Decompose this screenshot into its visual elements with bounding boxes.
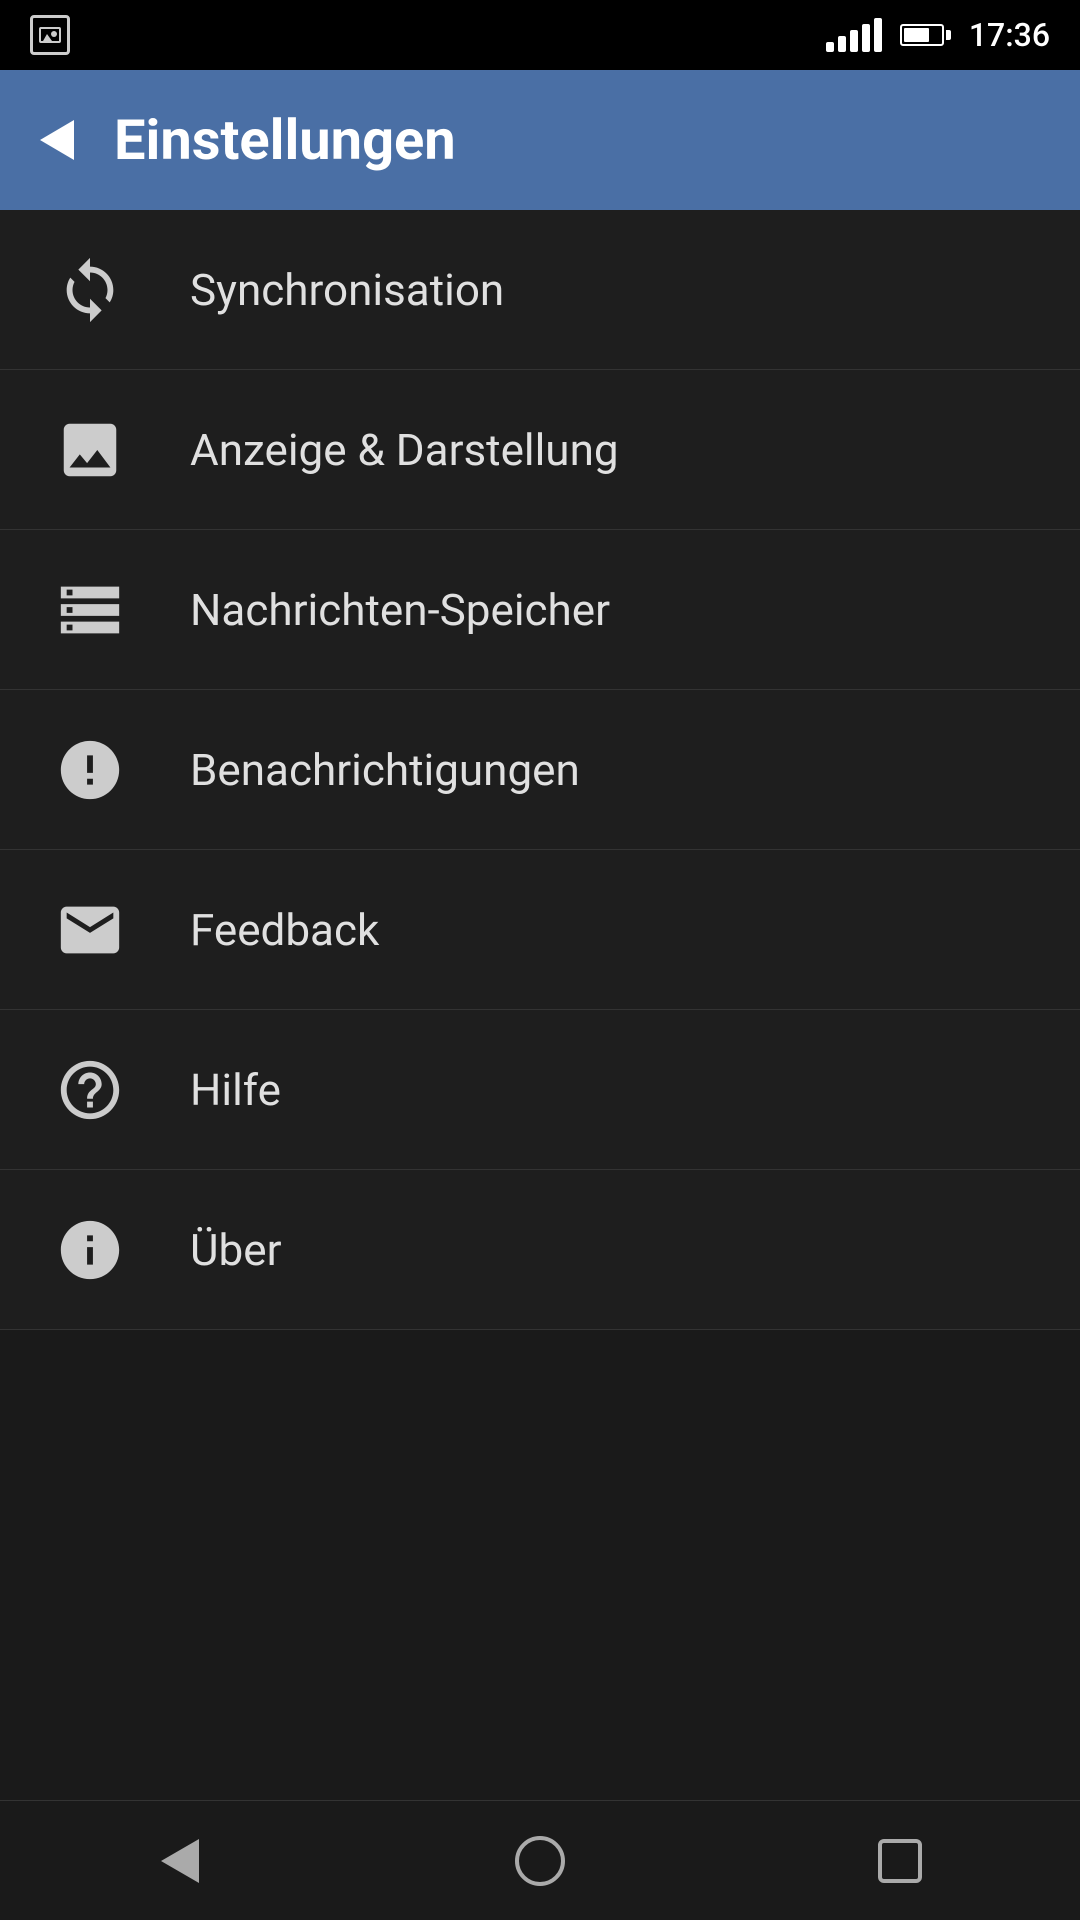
- nav-home-button[interactable]: [490, 1821, 590, 1901]
- nav-recent-button[interactable]: [850, 1821, 950, 1901]
- status-bar: 17:36: [0, 0, 1080, 70]
- nav-back-icon: [161, 1839, 199, 1883]
- image-icon: [50, 410, 130, 490]
- menu-label-feedback: Feedback: [190, 904, 379, 956]
- menu-label-synchronisation: Synchronisation: [190, 264, 504, 316]
- menu-label-anzeige: Anzeige & Darstellung: [190, 424, 619, 476]
- menu-list: Synchronisation Anzeige & Darstellung Na…: [0, 210, 1080, 1330]
- nav-back-button[interactable]: [130, 1821, 230, 1901]
- sync-icon: [50, 250, 130, 330]
- menu-label-ueber: Über: [190, 1224, 281, 1276]
- menu-item-ueber[interactable]: Über: [0, 1170, 1080, 1330]
- nav-home-icon: [515, 1836, 565, 1886]
- back-arrow-icon: [40, 120, 74, 160]
- feedback-icon: [50, 890, 130, 970]
- menu-item-feedback[interactable]: Feedback: [0, 850, 1080, 1010]
- menu-item-nachrichten-speicher[interactable]: Nachrichten-Speicher: [0, 530, 1080, 690]
- menu-label-hilfe: Hilfe: [190, 1064, 281, 1116]
- storage-icon: [50, 570, 130, 650]
- menu-label-benachrichtigungen: Benachrichtigungen: [190, 744, 580, 796]
- status-bar-left: [30, 0, 70, 70]
- nav-recent-icon: [878, 1839, 922, 1883]
- info-circle-icon: [50, 1210, 130, 1290]
- menu-item-synchronisation[interactable]: Synchronisation: [0, 210, 1080, 370]
- menu-label-nachrichten: Nachrichten-Speicher: [190, 584, 610, 636]
- app-bar: Einstellungen: [0, 70, 1080, 210]
- menu-item-hilfe[interactable]: Hilfe: [0, 1010, 1080, 1170]
- bottom-nav: [0, 1800, 1080, 1920]
- back-button[interactable]: [40, 120, 74, 160]
- page-title: Einstellungen: [114, 107, 456, 173]
- empty-space: [0, 1330, 1080, 1800]
- menu-item-anzeige-darstellung[interactable]: Anzeige & Darstellung: [0, 370, 1080, 530]
- battery-icon: [900, 24, 951, 46]
- notification-icon: [50, 730, 130, 810]
- status-time: 17:36: [969, 16, 1050, 54]
- menu-item-benachrichtigungen[interactable]: Benachrichtigungen: [0, 690, 1080, 850]
- help-icon: [50, 1050, 130, 1130]
- signal-bars: [826, 18, 882, 52]
